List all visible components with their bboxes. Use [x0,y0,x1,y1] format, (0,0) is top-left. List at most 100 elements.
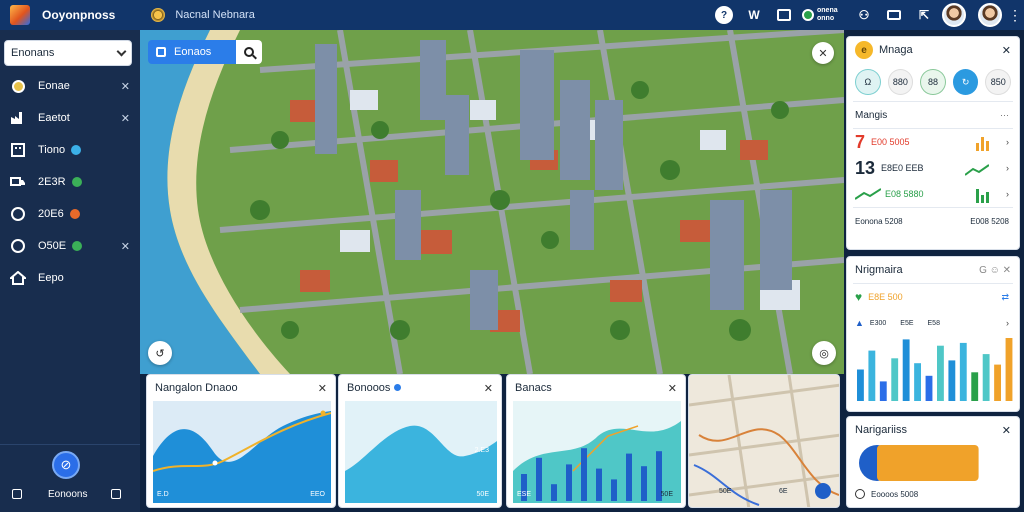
sidebar-item-buildings[interactable]: Tiono [0,136,140,164]
community-icon[interactable]: ⚇ [852,3,876,27]
chip-happiness[interactable]: Ω [855,69,881,95]
rotate-icon: ↺ [155,347,165,360]
search-icon-button[interactable] [236,40,262,64]
stat-text: E00 5005 [871,137,910,147]
close-icon[interactable]: ✕ [121,80,130,93]
service-bar [536,457,542,501]
chip-safety[interactable]: 850 [985,69,1012,95]
footer-label: Eonoons [48,488,88,500]
search-button[interactable]: Eonaos [148,40,236,64]
info-icon[interactable] [12,489,22,499]
more-menu-icon[interactable]: ⋮ [1008,7,1022,24]
map-close-button[interactable]: ✕ [812,42,834,64]
rotate-button[interactable]: ↺ [148,341,172,365]
axis-label-mid: 2.E3 [474,447,489,454]
service-bar [641,466,647,501]
heart-icon: ♥ [855,290,863,304]
export-icon[interactable] [111,489,122,499]
axis-label-right: EEO [310,491,325,498]
status-dot [71,177,82,187]
stat-row[interactable]: E08 5880 › [847,181,1019,207]
service-bar [611,479,617,501]
link-icon[interactable]: ⇄ [1001,292,1009,303]
panel-chart: E.D EEO [152,401,332,503]
chip-row: Ω 880 88 ↻ 850 [847,63,1019,101]
stat-row[interactable]: 7 E00 5005 › [847,129,1019,155]
panel-header: Bonooos ✕ [339,375,501,401]
area-chart [152,401,332,503]
mini-bar-chart [976,137,989,151]
avatar-1[interactable] [942,3,966,27]
share-icon[interactable]: ⇱ [912,3,936,27]
close-icon[interactable]: ✕ [318,382,327,395]
window-icon[interactable] [777,9,791,21]
sidebar: Enonans Eonae ✕ Eaetot ✕ Tiono 2E3R 20E6… [0,30,140,512]
chip-health[interactable]: 880 [887,69,914,95]
map-zoom-label: 6E [779,488,788,495]
demand-bar [937,345,944,401]
options-icon[interactable]: ⋯ [1000,110,1009,121]
close-icon[interactable]: ✕ [484,382,493,395]
chevron-right-icon[interactable]: › [1006,137,1009,147]
header-icons[interactable]: G ☺ ✕ [979,265,1011,276]
service-bar [596,468,602,501]
chip-education[interactable]: 88 [920,69,946,95]
locate-button[interactable]: ◎ [812,341,836,365]
truck-icon [10,174,26,190]
sidebar-item-label: 2E3R [38,176,66,188]
panel-title-text: Bonooos [347,382,391,394]
sidebar-item-transport[interactable]: 2E3R [0,168,140,196]
globe-button[interactable]: ⊘ [52,451,80,479]
footer-right: E008 5208 [970,216,1009,226]
chevron-right-icon[interactable]: › [1006,163,1009,173]
minimap-panel[interactable]: 50E 6E [688,374,840,508]
panel-title: Nangalon Dnaoo [155,382,238,394]
building-icon [10,142,26,158]
services-panel[interactable]: Banacs ✕ ESE 50E [506,374,686,508]
app-logo[interactable] [10,5,30,25]
home-icon [10,270,26,286]
close-icon[interactable]: ✕ [1002,44,1011,57]
sidebar-item-label: O50E [38,240,67,252]
sidebar-item-industry[interactable]: Eaetot ✕ [0,104,140,132]
panel-chart: ESE 50E [513,401,681,503]
map-locate-icon[interactable] [815,483,831,499]
demand-bar [971,372,979,401]
category-select[interactable]: Enonans [4,40,132,66]
chevron-right-icon[interactable]: › [1006,189,1009,199]
chevron-right-icon[interactable]: › [1006,318,1009,328]
city-map-render[interactable] [140,30,844,374]
close-icon[interactable]: ✕ [668,382,677,395]
avatar-2[interactable] [978,3,1002,27]
stat-row[interactable]: 13 E8E0 EEB › [847,155,1019,181]
help-icon[interactable]: ? [715,6,733,24]
demand-bar [948,360,956,401]
close-icon[interactable]: ✕ [121,112,130,125]
top-icon-group: ? W onena onno ⚇ ⇱ ⋮ [712,3,1022,27]
population-panel[interactable]: Nangalon Dnaoo ✕ E.D EEO [146,374,336,508]
sidebar-item-label: Eepo [38,272,64,284]
demand-bar [857,369,864,401]
close-icon[interactable]: ✕ [121,240,130,253]
coin-icon: e [855,41,873,59]
chart-icon: ▲ [855,318,864,328]
gear-icon[interactable] [151,8,166,22]
sidebar-item-housing[interactable]: Eepo [0,264,140,292]
city-map[interactable]: Eonaos ✕ ↺ ◎ [140,30,844,374]
close-icon[interactable]: ✕ [1002,424,1011,437]
panel-title: Narigariiss [855,424,907,436]
stats-icon[interactable]: onena onno [802,3,846,27]
demand-row[interactable]: ♥ E8E 500 ⇄ [847,284,1019,310]
energy-footer: Eoooos 5008 [847,481,1019,507]
service-bar [566,464,572,501]
sidebar-item-power[interactable]: O50E ✕ [0,232,140,260]
budget-panel[interactable]: Bonooos ✕ 2.E3 50E [338,374,502,508]
panel-title: Mnaga [879,44,913,56]
sidebar-item-economy[interactable]: Eonae ✕ [0,72,140,100]
sidebar-item-water[interactable]: 20E6 [0,200,140,228]
chip-refresh[interactable]: ↻ [952,69,979,95]
message-icon[interactable] [887,10,901,20]
demand-bar [902,339,910,401]
wiki-icon[interactable]: W [742,3,766,27]
mini-line-chart [965,164,989,176]
